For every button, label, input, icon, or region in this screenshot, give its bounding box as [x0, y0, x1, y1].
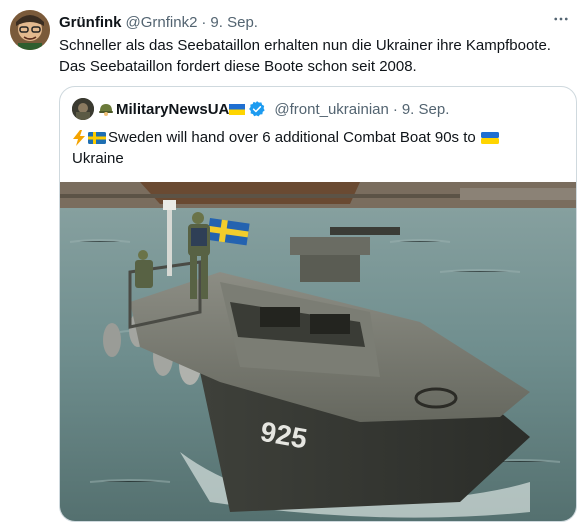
separator-dot: ·: [201, 13, 207, 31]
more-horizontal-icon: [554, 17, 568, 21]
combat-boat-image: 925: [60, 182, 576, 521]
helmet-icon: [99, 104, 113, 116]
tweet[interactable]: Grünfink @Grnfink2 · 9. Sep. Schneller a…: [0, 0, 585, 528]
ukraine-flag-icon: [229, 103, 246, 115]
verified-badge-icon: [249, 101, 266, 117]
quoted-tweet[interactable]: MilitaryNewsUA @front_ukrainian · 9. Sep…: [59, 86, 577, 522]
avatar-image: [72, 98, 94, 120]
author-handle[interactable]: @Grnfink2: [126, 14, 198, 31]
separator-dot: ·: [392, 100, 398, 118]
quoted-author-name[interactable]: MilitaryNewsUA: [116, 101, 229, 118]
tweet-text-line: Schneller als das Seebataillon erhalten …: [59, 37, 551, 54]
quoted-author-avatar[interactable]: [72, 98, 94, 120]
boat-photo[interactable]: 925: [60, 182, 576, 521]
quoted-tweet-date[interactable]: 9. Sep.: [402, 101, 450, 118]
quoted-author-handle[interactable]: @front_ukrainian: [274, 101, 388, 118]
author-avatar[interactable]: [10, 10, 50, 50]
lightning-bolt-icon: [73, 129, 85, 146]
author-name[interactable]: Grünfink: [59, 14, 122, 31]
quoted-text-content: Sweden will hand over 6 additional Comba…: [108, 129, 476, 146]
sweden-flag-icon: [88, 131, 106, 144]
tweet-text: Schneller als das Seebataillon erhalten …: [59, 35, 579, 77]
quoted-tweet-text: Sweden will hand over 6 additional Comba…: [72, 127, 562, 169]
tweet-text-line: Das Seebataillon fordert diese Boote sch…: [59, 58, 417, 75]
quoted-text-line: Ukraine: [72, 148, 562, 169]
tweet-date[interactable]: 9. Sep.: [210, 14, 258, 31]
ukraine-flag-icon: [480, 131, 499, 144]
more-options-button[interactable]: [547, 8, 575, 30]
avatar-image: [10, 10, 50, 50]
quoted-text-line: Sweden will hand over 6 additional Comba…: [72, 127, 562, 148]
tweet-header: Grünfink @Grnfink2 · 9. Sep.: [59, 12, 258, 32]
quoted-text-content: Ukraine: [72, 150, 124, 167]
quoted-tweet-header: MilitaryNewsUA @front_ukrainian · 9. Sep…: [72, 98, 450, 120]
